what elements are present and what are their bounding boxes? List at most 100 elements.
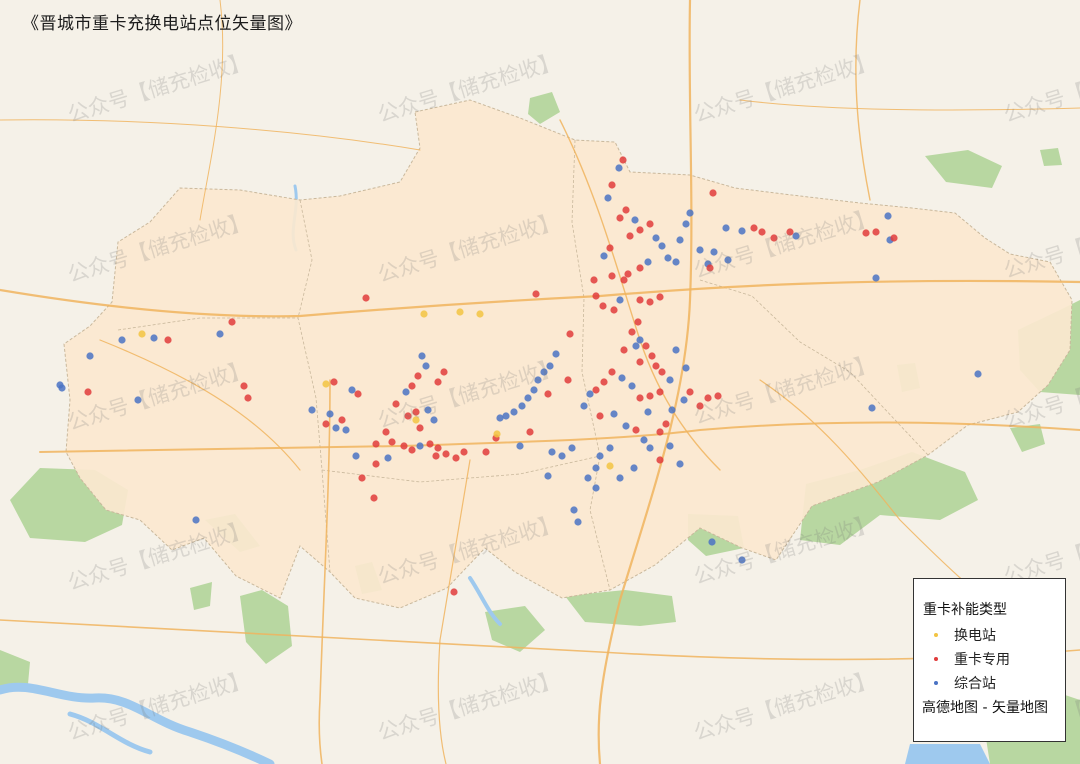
- combined-station-marker: [592, 484, 600, 492]
- combined-station-marker: [422, 362, 430, 370]
- truck-station-marker: [404, 412, 412, 420]
- combined-station-marker: [586, 390, 594, 398]
- truck-station-marker: [372, 440, 380, 448]
- truck-station-marker: [240, 382, 248, 390]
- truck-station-marker: [620, 276, 628, 284]
- combined-station-marker: [548, 448, 556, 456]
- truck-station-marker: [358, 474, 366, 482]
- legend-truck-label: 重卡专用: [954, 652, 1010, 668]
- combined-station-marker: [134, 396, 142, 404]
- truck-station-marker: [440, 368, 448, 376]
- truck-station-marker: [362, 294, 370, 302]
- truck-station-marker: [890, 234, 898, 242]
- combined-station-marker: [592, 464, 600, 472]
- combined-station-marker: [326, 410, 334, 418]
- truck-station-marker: [648, 352, 656, 360]
- combined-station-marker: [618, 374, 626, 382]
- combined-station-marker: [682, 220, 690, 228]
- combined-station-marker: [416, 442, 424, 450]
- truck-station-marker: [610, 306, 618, 314]
- truck-station-marker: [330, 378, 338, 386]
- combined-station-marker: [430, 416, 438, 424]
- truck-station-marker: [452, 454, 460, 462]
- combined-station-marker: [672, 258, 680, 266]
- truck-station-marker: [622, 206, 630, 214]
- truck-station-marker: [686, 388, 694, 396]
- truck-station-marker: [596, 412, 604, 420]
- combined-station-marker: [424, 406, 432, 414]
- legend-item-swap: 换电站: [914, 625, 1064, 645]
- truck-station-marker: [624, 270, 632, 278]
- combined-station-marker: [610, 410, 618, 418]
- truck-station-marker: [382, 428, 390, 436]
- legend-box: 重卡补能类型 换电站 重卡专用 综合站 高德地图 - 矢量地图: [913, 578, 1066, 742]
- truck-station-marker: [652, 362, 660, 370]
- truck-station-marker: [244, 394, 252, 402]
- truck-station-marker: [646, 298, 654, 306]
- truck-station-marker: [412, 408, 420, 416]
- truck-station-marker: [646, 392, 654, 400]
- truck-station-marker: [642, 342, 650, 350]
- truck-station-marker: [600, 378, 608, 386]
- map-canvas[interactable]: 《晋城市重卡充换电站点位矢量图》 公众号【储充检收】 公众号【储充检收】 公众号【储…: [0, 0, 1080, 764]
- combined-station-marker: [546, 362, 554, 370]
- combined-station-marker: [534, 376, 542, 384]
- combined-station-marker: [516, 442, 524, 450]
- truck-station-marker: [434, 444, 442, 452]
- swap-station-marker: [606, 462, 614, 470]
- swap-station-marker: [412, 416, 420, 424]
- truck-station-marker: [656, 428, 664, 436]
- truck-station-marker: [696, 402, 704, 410]
- combined-station-marker: [640, 436, 648, 444]
- truck-station-marker: [526, 428, 534, 436]
- combined-station-marker: [738, 227, 746, 235]
- truck-station-marker: [616, 214, 624, 222]
- combined-station-marker: [664, 254, 672, 262]
- combined-station-marker: [616, 474, 624, 482]
- truck-station-marker: [414, 372, 422, 380]
- combined-station-marker: [192, 516, 200, 524]
- truck-station-marker: [646, 220, 654, 228]
- truck-station-marker: [322, 420, 330, 428]
- truck-station-marker: [872, 228, 880, 236]
- combined-station-marker: [530, 386, 538, 394]
- legend-swap-dot: [934, 633, 938, 637]
- truck-station-marker: [656, 456, 664, 464]
- combined-station-marker: [872, 274, 880, 282]
- truck-station-marker: [786, 228, 794, 236]
- combined-station-marker: [584, 474, 592, 482]
- truck-station-marker: [636, 296, 644, 304]
- truck-station-marker: [709, 189, 717, 197]
- combined-station-marker: [658, 242, 666, 250]
- truck-station-marker: [392, 400, 400, 408]
- combined-station-marker: [150, 334, 158, 342]
- combined-station-marker: [680, 396, 688, 404]
- combined-station-marker: [544, 472, 552, 480]
- combined-station-marker: [348, 386, 356, 394]
- swap-station-marker: [138, 330, 146, 338]
- combined-station-marker: [580, 402, 588, 410]
- combined-station-marker: [628, 382, 636, 390]
- combined-station-marker: [600, 252, 608, 260]
- combined-station-marker: [216, 330, 224, 338]
- truck-station-marker: [84, 388, 92, 396]
- truck-station-marker: [372, 460, 380, 468]
- truck-station-marker: [626, 232, 634, 240]
- combined-station-marker: [722, 224, 730, 232]
- truck-station-marker: [450, 588, 458, 596]
- combined-station-marker: [630, 464, 638, 472]
- combined-station-marker: [552, 350, 560, 358]
- combined-station-marker: [604, 194, 612, 202]
- combined-station-marker: [676, 236, 684, 244]
- map-title: 《晋城市重卡充换电站点位矢量图》: [22, 14, 302, 34]
- combined-station-marker: [86, 352, 94, 360]
- combined-station-marker: [540, 368, 548, 376]
- truck-station-marker: [750, 224, 758, 232]
- combined-station-marker: [738, 556, 746, 564]
- truck-station-marker: [544, 390, 552, 398]
- combined-station-marker: [974, 370, 982, 378]
- truck-station-marker: [656, 293, 664, 301]
- truck-station-marker: [608, 272, 616, 280]
- truck-station-marker: [400, 442, 408, 450]
- truck-station-marker: [426, 440, 434, 448]
